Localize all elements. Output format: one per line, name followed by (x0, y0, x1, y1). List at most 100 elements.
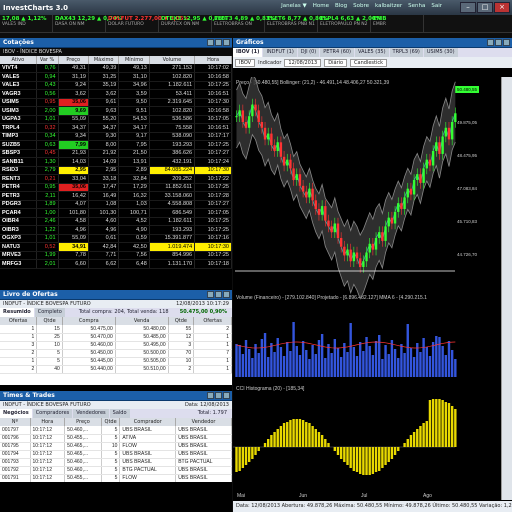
chart-tab[interactable]: DJI (0) (297, 48, 320, 57)
panel-minimize-icon[interactable] (207, 392, 214, 399)
ticker-item[interactable]: DOLFUT 2.277,00 ▼ 0,05% DOLAR FUTURO (106, 15, 189, 32)
nav-item[interactable]: Sair (431, 3, 442, 9)
indicator-button[interactable]: Indicador (258, 60, 281, 66)
style-select[interactable]: Candlestick (350, 58, 388, 67)
quote-row[interactable]: RSID3 2,79 2,95 2,95 2,89 84.085.224 10:17:30 (0, 166, 232, 175)
column-header[interactable]: Nº (0, 418, 31, 426)
tab-resumido[interactable]: Resumido (0, 308, 34, 317)
panel-close-icon[interactable] (503, 39, 510, 46)
period-select[interactable]: Diário (324, 58, 348, 67)
column-header[interactable]: Compra (62, 317, 116, 325)
column-header[interactable]: Ofertas (193, 317, 232, 325)
ticker-item[interactable]: EMB EMBR (371, 15, 424, 32)
quote-row[interactable]: UGPA3 1,01 55,09 55,20 54,53 536.586 10:17:05 (0, 115, 232, 124)
quote-row[interactable]: PDGR3 1,89 4,07 1,08 1,03 4.558.808 10:17:27 (0, 200, 232, 209)
column-header[interactable]: Máximo (88, 56, 120, 64)
trade-row[interactable]: 001792 10:17:12 50.460,... 5 BTG PACTUAL UBS … (0, 466, 232, 475)
column-header[interactable]: Preço (58, 56, 89, 64)
quote-row[interactable]: USIM3 2,00 9,69 9,63 9,51 102.820 10:16:58 (0, 106, 232, 116)
trade-row[interactable]: 001797 10:17:12 50.460,... 5 UBS BRASIL UBS B… (0, 426, 232, 435)
ticker-item[interactable]: DAX43 12,29 ▲ 0,74% DASA ON NM (53, 15, 122, 32)
tab-saldo[interactable]: Saldo (109, 409, 130, 418)
offer-row[interactable]: 1 25 50.470,00 50.485,00 12 1 (0, 333, 232, 342)
offer-row[interactable]: 1 15 50.475,00 50.480,00 55 2 (0, 325, 232, 334)
column-header[interactable]: Hora (30, 418, 66, 426)
quote-row[interactable]: VALE3 0,43 9,24 35,19 34,96 1.182.611 10:17:25 (0, 81, 232, 90)
quote-row[interactable]: OGXP3 1,01 55,09 0,61 0,59 15.391.877 10:17:16 (0, 234, 232, 243)
column-header[interactable]: Ativo (0, 56, 37, 64)
quote-row[interactable]: VALE5 0,94 31,19 31,25 31,10 102.820 10:16:58 (0, 72, 232, 82)
quote-row[interactable]: OIBR4 2,46 4,58 4,60 4,52 1.182.611 10:17:25 (0, 217, 232, 226)
column-header[interactable]: Var % (36, 56, 59, 64)
tab-completo[interactable]: Completo (34, 308, 65, 317)
nav-item[interactable]: Blog (335, 3, 347, 9)
quote-row[interactable]: PETR4 0,95 35,06 17,47 17,29 11.852.611 10:17:… (0, 183, 232, 192)
ticker-item[interactable]: ELPL4 6,63 ▲ 2,00% ELETROPAULO PN N2 (318, 15, 381, 32)
quote-row[interactable]: NATU3 0,52 34,91 42,84 42,50 1.019.474 10:17:3… (0, 242, 232, 252)
trade-row[interactable]: 001796 10:17:12 50.455,... 5 ATIVA UBS BRASIL (0, 434, 232, 443)
chart-tab[interactable]: PETR4 (60) (320, 48, 355, 57)
nav-item[interactable]: kalbaitzer (375, 3, 402, 9)
quote-row[interactable]: VIVT4 0,76 49,31 49,39 49,13 271.153 10:17:02 (0, 64, 232, 73)
panel-minimize-icon[interactable] (207, 291, 214, 298)
column-header[interactable]: Qtde (168, 317, 195, 325)
panel-close-icon[interactable] (223, 291, 230, 298)
nav-item[interactable]: Senha (408, 3, 425, 9)
quote-row[interactable]: SUZB5 0,63 7,99 8,00 7,95 193.293 10:17:25 (0, 140, 232, 150)
quote-row[interactable]: RENT3 0,21 33,04 33,18 32,84 209.252 10:17:22 (0, 174, 232, 184)
column-header[interactable]: Hora (194, 56, 232, 64)
tab-compradores[interactable]: Compradores (32, 409, 73, 418)
panel-close-icon[interactable] (223, 39, 230, 46)
ticker-item[interactable]: DTEX3 12,95 ▲ 0,78% DURATEX ON NM (159, 15, 228, 32)
maximize-button[interactable]: □ (477, 2, 493, 13)
quote-row[interactable]: TRPL4 0,32 34,37 34,37 34,17 75.558 10:16:51 (0, 123, 232, 133)
quote-row[interactable]: MRFG3 2,01 6,60 6,62 6,48 1.131.170 10:17:18 (0, 259, 232, 269)
panel-maximize-icon[interactable] (215, 39, 222, 46)
nav-item[interactable]: Sobre (353, 3, 369, 9)
quote-row[interactable]: TIMP3 0,34 9,34 9,30 9,17 538.090 10:17:17 (0, 132, 232, 141)
offer-row[interactable]: 2 40 50.440,00 50.510,00 2 1 (0, 365, 232, 374)
panel-minimize-icon[interactable] (487, 39, 494, 46)
ticker-item[interactable]: ELET6 8,77 ▲ 0,80% ELETROBRAS PNB N1 (265, 15, 328, 32)
symbol-field[interactable]: IBOV (235, 58, 256, 67)
column-header[interactable]: Qtde (101, 418, 121, 426)
column-header[interactable]: Volume (149, 56, 196, 64)
tab-vendedores[interactable]: Vendedores (73, 409, 109, 418)
chart-tab[interactable]: USIM5 (30) (423, 48, 458, 57)
trade-row[interactable]: 001793 10:17:12 50.460,... 5 UBS BRASIL BTG P… (0, 458, 232, 467)
column-header[interactable]: Mínimo (118, 56, 150, 64)
quote-row[interactable]: SBSP3 0,45 21,93 21,92 21,50 386.626 10:17:27 (0, 149, 232, 158)
trade-row[interactable]: 001795 10:17:12 50.465,... 10 FLOW UBS BRASIL (0, 442, 232, 451)
panel-close-icon[interactable] (223, 392, 230, 399)
chart-tab[interactable]: VALE5 (35) (355, 48, 389, 57)
minimize-button[interactable]: – (460, 2, 476, 13)
quote-row[interactable]: PETR3 2,11 16,42 16,49 16,32 33.158.060 10:17:… (0, 191, 232, 201)
column-header[interactable]: Comprador (119, 418, 177, 426)
offer-row[interactable]: 1 5 50.445,00 50.505,00 10 1 (0, 357, 232, 366)
tab-negocios[interactable]: Negócios (0, 409, 32, 418)
column-header[interactable]: Preço (64, 418, 102, 426)
nav-item[interactable]: Janelas ▼ (281, 3, 307, 9)
nav-item[interactable]: Home (313, 3, 329, 9)
quote-row[interactable]: VAGR3 0,56 3,62 3,62 3,59 53.411 10:16:51 (0, 89, 232, 99)
trade-row[interactable]: 001791 10:17:12 50.455,... 5 FLOW UBS BRASIL (0, 474, 232, 482)
ticker-item[interactable]: 17,08 ▲ 1,12% VALE5 IND (0, 15, 53, 32)
panel-maximize-icon[interactable] (495, 39, 502, 46)
panel-maximize-icon[interactable] (215, 392, 222, 399)
close-button[interactable]: × (494, 2, 510, 13)
date-field[interactable]: 12/08/2013 (284, 58, 322, 67)
panel-maximize-icon[interactable] (215, 291, 222, 298)
trade-row[interactable]: 001794 10:17:12 50.465,... 5 UBS BRASIL UBS B… (0, 450, 232, 459)
offer-row[interactable]: 2 5 50.450,00 50.500,00 70 7 (0, 349, 232, 358)
quote-row[interactable]: OIBR3 1,22 4,96 4,96 4,90 193.293 10:17:25 (0, 225, 232, 235)
column-header[interactable]: Ofertas (0, 317, 38, 325)
offer-row[interactable]: 3 10 50.460,00 50.495,00 3 1 (0, 341, 232, 350)
quote-row[interactable]: USIM5 0,95 35,06 9,61 9,50 2.319.645 10:17:30 (0, 98, 232, 107)
chart-tab[interactable]: TRPL3 (69) (389, 48, 423, 57)
column-header[interactable]: Qtde (36, 317, 63, 325)
column-header[interactable]: Venda (115, 317, 169, 325)
quote-row[interactable]: SANB11 1,30 14,03 14,09 13,91 432.191 10:17:24 (0, 157, 232, 167)
chart-tab[interactable]: INDFUT (1) (263, 48, 297, 57)
chart-tab[interactable]: IBOV (1) (233, 48, 263, 57)
column-header[interactable]: Vendedor (175, 418, 232, 426)
